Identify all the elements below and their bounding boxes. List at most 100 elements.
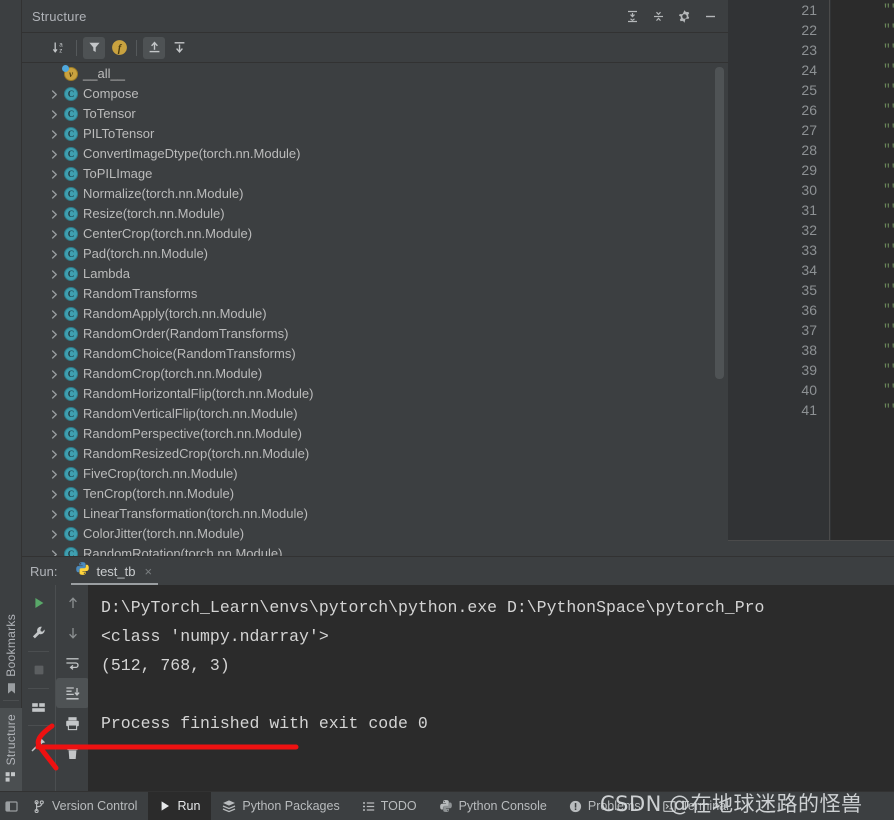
chevron-right-icon[interactable] — [46, 166, 62, 182]
collapse-all-icon[interactable] — [168, 37, 190, 59]
tree-row[interactable]: C RandomCrop(torch.nn.Module) — [22, 364, 728, 384]
tree-row[interactable]: v __all__ — [22, 64, 728, 84]
tree-row[interactable]: C LinearTransformation(torch.nn.Module) — [22, 504, 728, 524]
status-bar-item-label: Run — [177, 799, 201, 813]
chevron-right-icon[interactable] — [46, 346, 62, 362]
soft-wrap-icon[interactable] — [56, 648, 89, 678]
chevron-right-icon[interactable] — [46, 126, 62, 142]
python-icon — [75, 561, 90, 581]
sidebar-item-bookmarks[interactable]: Bookmarks — [0, 608, 22, 706]
tree-row-label: Resize(torch.nn.Module) — [83, 206, 225, 221]
status-bar-item-python-console[interactable]: Python Console — [428, 792, 558, 820]
chevron-right-icon[interactable] — [46, 226, 62, 242]
collapse-all-icon[interactable] — [646, 5, 670, 29]
sort-alphabetically-icon[interactable]: a z — [48, 37, 70, 59]
branch-icon — [33, 799, 46, 813]
tree-row[interactable]: C PILToTensor — [22, 124, 728, 144]
chevron-right-icon[interactable] — [46, 206, 62, 222]
open-tool-window-icon[interactable] — [0, 792, 22, 820]
chevron-right-icon[interactable] — [46, 486, 62, 502]
chevron-right-icon[interactable] — [46, 406, 62, 422]
tree-row[interactable]: C RandomApply(torch.nn.Module) — [22, 304, 728, 324]
status-bar-item-problems[interactable]: Problems — [558, 792, 652, 820]
editor-gutter[interactable]: 21 22 23 24 25 26 27 28 29 30 31 32 33 34 35 36 37 38 39 40… — [728, 0, 830, 540]
status-bar-item-todo[interactable]: TODO — [351, 792, 428, 820]
structure-tree[interactable]: v __all__ C Compose C ToTensor C PILToTensor C Co… — [22, 63, 728, 556]
editor-line-number: 22 — [801, 22, 817, 38]
arrow-up-icon[interactable] — [56, 588, 89, 618]
tree-row[interactable]: C CenterCrop(torch.nn.Module) — [22, 224, 728, 244]
show-fields-icon[interactable]: f — [108, 37, 130, 59]
tree-row[interactable]: C ToTensor — [22, 104, 728, 124]
tree-row[interactable]: C ConvertImageDtype(torch.nn.Module) — [22, 144, 728, 164]
structure-scrollbar[interactable] — [715, 67, 724, 379]
editor-code-line: "" — [883, 22, 894, 37]
editor-code-line: "" — [883, 242, 894, 257]
chevron-right-icon[interactable] — [46, 546, 62, 556]
tree-row[interactable]: C Lambda — [22, 264, 728, 284]
editor-code-line: "" — [883, 142, 894, 157]
chevron-right-icon[interactable] — [46, 366, 62, 382]
tree-row[interactable]: C ToPILImage — [22, 164, 728, 184]
tree-row[interactable]: C ColorJitter(torch.nn.Module) — [22, 524, 728, 544]
print-icon[interactable] — [56, 708, 89, 738]
tree-row[interactable]: C RandomPerspective(torch.nn.Module) — [22, 424, 728, 444]
arrow-down-icon[interactable] — [56, 618, 89, 648]
editor-code-area[interactable]: "" "" "" "" "" "" "" "" "" "" "" "" "" "" "" "" "" "" "" ""… — [831, 0, 894, 540]
wrench-icon[interactable] — [22, 618, 55, 648]
chevron-right-icon[interactable] — [46, 286, 62, 302]
chevron-right-icon[interactable] — [46, 186, 62, 202]
layout-icon[interactable] — [22, 692, 55, 722]
run-console[interactable]: D:\PyTorch_Learn\envs\pytorch\python.exe… — [88, 585, 894, 792]
tree-row[interactable]: C RandomRotation(torch.nn.Module) — [22, 544, 728, 556]
chevron-right-icon[interactable] — [46, 306, 62, 322]
close-icon[interactable]: × — [145, 565, 153, 578]
chevron-right-icon[interactable] — [46, 426, 62, 442]
tree-row[interactable]: C TenCrop(torch.nn.Module) — [22, 484, 728, 504]
status-bar-item-version-control[interactable]: Version Control — [22, 792, 148, 820]
filter-icon[interactable] — [83, 36, 105, 59]
chevron-right-icon[interactable] — [46, 466, 62, 482]
editor-code-line: "" — [883, 42, 894, 57]
trash-icon[interactable] — [56, 738, 89, 768]
chevron-right-icon[interactable] — [46, 106, 62, 122]
chevron-right-icon[interactable] — [46, 386, 62, 402]
chevron-right-icon[interactable] — [46, 446, 62, 462]
expand-all-icon[interactable] — [620, 5, 644, 29]
expand-all-icon[interactable] — [143, 36, 165, 59]
status-bar-item-terminal[interactable]: Terminal — [652, 792, 740, 820]
chevron-right-icon[interactable] — [46, 146, 62, 162]
status-bar-item-python-packages[interactable]: Python Packages — [211, 792, 350, 820]
tree-row[interactable]: C RandomOrder(RandomTransforms) — [22, 324, 728, 344]
editor-code-line: "" — [883, 182, 894, 197]
run-tab-test-tb[interactable]: test_tb × — [71, 557, 158, 585]
tree-row[interactable]: C RandomResizedCrop(torch.nn.Module) — [22, 444, 728, 464]
pin-icon[interactable] — [22, 729, 55, 759]
tree-row[interactable]: C RandomVerticalFlip(torch.nn.Module) — [22, 404, 728, 424]
stop-icon[interactable] — [22, 655, 55, 685]
tree-row[interactable]: C FiveCrop(torch.nn.Module) — [22, 464, 728, 484]
chevron-right-icon[interactable] — [46, 526, 62, 542]
tree-row[interactable]: C RandomHorizontalFlip(torch.nn.Module) — [22, 384, 728, 404]
sidebar-item-structure[interactable]: Structure — [0, 708, 22, 795]
editor-code-line: "" — [883, 322, 894, 337]
tree-row[interactable]: C RandomTransforms — [22, 284, 728, 304]
tree-row[interactable]: C Resize(torch.nn.Module) — [22, 204, 728, 224]
tree-row[interactable]: C RandomChoice(RandomTransforms) — [22, 344, 728, 364]
tree-row[interactable]: C Pad(torch.nn.Module) — [22, 244, 728, 264]
scroll-to-end-icon[interactable] — [56, 678, 89, 708]
chevron-right-icon[interactable] — [46, 86, 62, 102]
tree-row[interactable]: C Normalize(torch.nn.Module) — [22, 184, 728, 204]
chevron-right-icon[interactable] — [46, 246, 62, 262]
run-body: D:\PyTorch_Learn\envs\pytorch\python.exe… — [22, 585, 894, 792]
chevron-right-icon[interactable] — [46, 266, 62, 282]
chevron-right-icon[interactable] — [46, 326, 62, 342]
gear-icon[interactable] — [672, 5, 696, 29]
minimize-icon[interactable] — [698, 5, 722, 29]
status-bar-item-run[interactable]: Run — [148, 791, 212, 820]
chevron-right-icon[interactable] — [46, 506, 62, 522]
rerun-icon[interactable] — [22, 588, 55, 618]
class-icon: C — [62, 426, 80, 442]
editor-strip[interactable]: 21 22 23 24 25 26 27 28 29 30 31 32 33 34 35 36 37 38 39 40… — [728, 0, 894, 540]
tree-row[interactable]: C Compose — [22, 84, 728, 104]
